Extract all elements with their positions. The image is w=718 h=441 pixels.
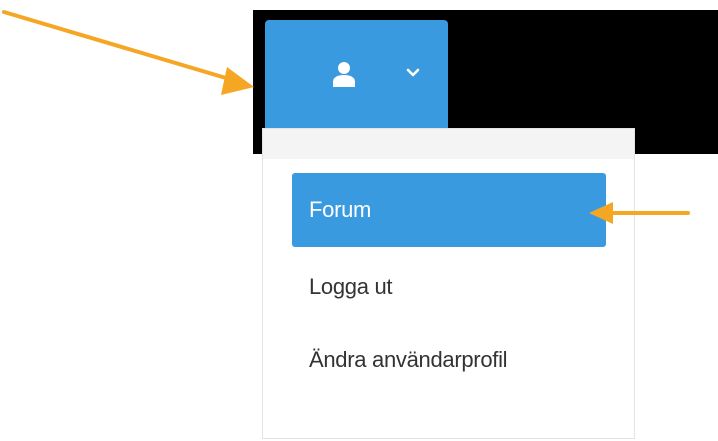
menu-item-edit-profile[interactable]: Ändra användarprofil (292, 323, 606, 397)
menu-item-logout[interactable]: Logga ut (292, 250, 606, 324)
user-icon (333, 62, 355, 87)
user-dropdown-menu: Forum Logga ut Ändra användarprofil (262, 128, 635, 439)
screenshot-stage: Forum Logga ut Ändra användarprofil (0, 0, 718, 441)
chevron-down-icon (406, 68, 420, 77)
user-menu-button[interactable] (265, 20, 448, 128)
menu-item-forum[interactable]: Forum (292, 173, 606, 247)
arrow-to-user-menu (2, 10, 254, 95)
dropdown-header-strip (263, 129, 634, 159)
